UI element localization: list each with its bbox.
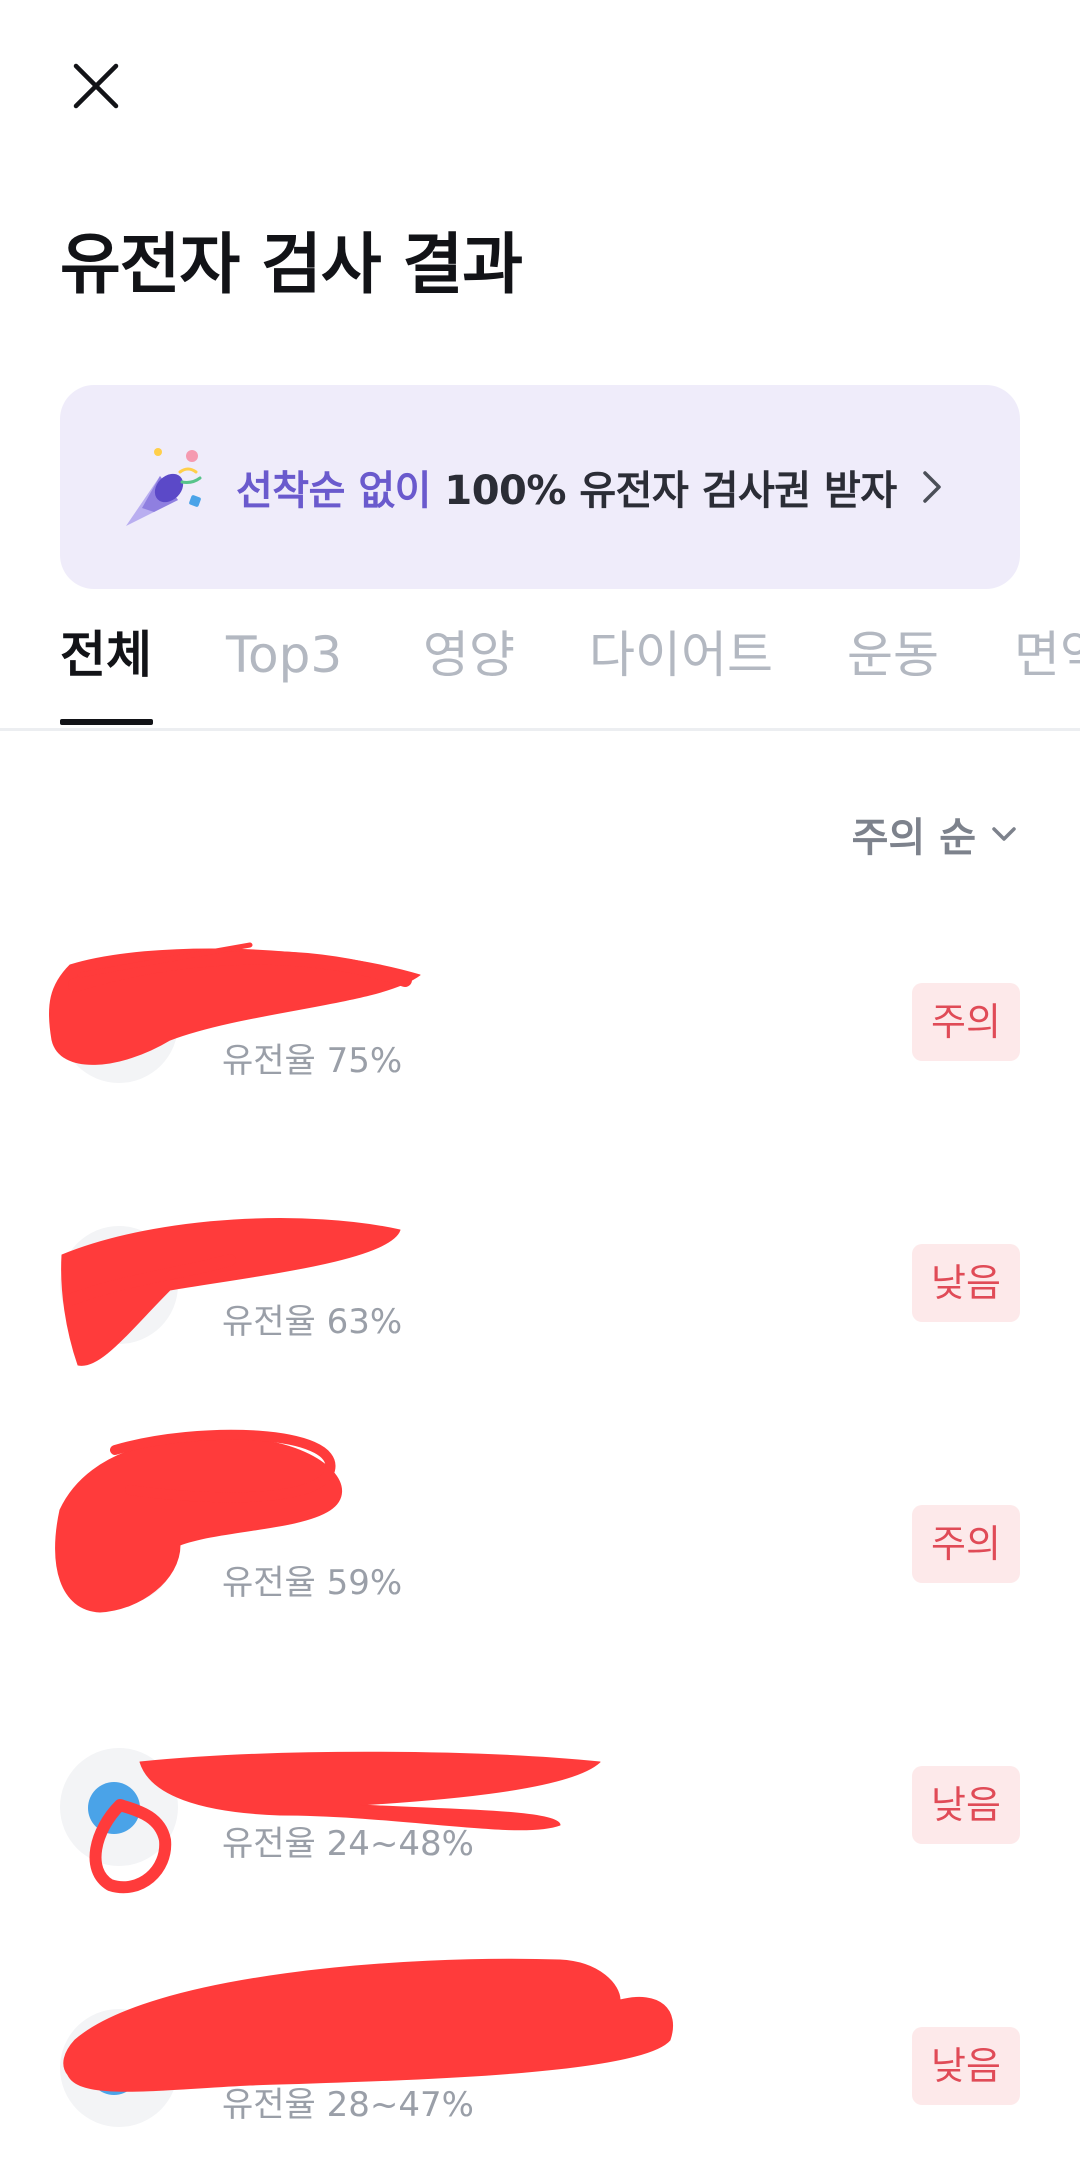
gene-avatar [60,1748,178,1866]
promo-text: 선착순 없이 100% 유전자 검사권 받자 [236,458,912,516]
heritability-text: 유전율 28~47% [222,2085,474,2125]
tab-exercise[interactable]: 운동 [847,620,939,728]
risk-badge: 낮음 [912,1766,1020,1844]
chevron-down-icon [992,827,1016,841]
result-row[interactable]: 유전율 59% 주의 [0,1477,1080,1627]
tab-nutrition[interactable]: 영양 [423,620,515,728]
promo-accent-text: 선착순 없이 [236,468,431,514]
heritability-text: 유전율 75% [222,1041,403,1081]
result-row[interactable]: 유전율 75% 주의 [0,955,1080,1105]
heritability-text: 유전율 59% [222,1563,403,1603]
page-title: 유전자 검사 결과 [60,226,523,303]
tab-top3[interactable]: Top3 [226,620,342,728]
close-icon [73,63,119,109]
risk-badge: 낮음 [912,1244,1020,1322]
tab-diet[interactable]: 다이어트 [589,620,773,728]
result-row[interactable]: 유전율 63% 낮음 [0,1216,1080,1366]
gene-avatar [60,1487,178,1605]
risk-badge: 주의 [912,1505,1020,1583]
promo-main-text: 100% 유전자 검사권 받자 [444,468,897,514]
heritability-text: 유전율 63% [222,1302,403,1342]
heritability-text: 유전율 24~48% [222,1824,474,1864]
close-button[interactable] [60,50,132,122]
sort-dropdown[interactable]: 주의 순 [852,805,1022,863]
sort-label: 주의 순 [851,815,976,861]
result-row[interactable]: 유전율 24~48% 낮음 [0,1738,1080,1888]
category-tabs: 전체 Top3 영양 다이어트 운동 면역 [0,620,1080,731]
tab-immunity[interactable]: 면역 [1014,620,1080,728]
active-tab-indicator [60,719,153,725]
gene-avatar [60,1226,178,1344]
tab-all[interactable]: 전체 [60,620,152,728]
result-row[interactable]: 유전율 28~47% 낮음 [0,1999,1080,2149]
risk-badge: 낮음 [912,2027,1020,2105]
gene-avatar [60,2009,178,2127]
risk-badge: 주의 [912,983,1020,1061]
gene-avatar [60,965,178,1083]
chevron-right-icon [912,467,952,507]
promo-banner[interactable]: 선착순 없이 100% 유전자 검사권 받자 [60,385,1020,589]
party-popper-icon [120,442,210,532]
